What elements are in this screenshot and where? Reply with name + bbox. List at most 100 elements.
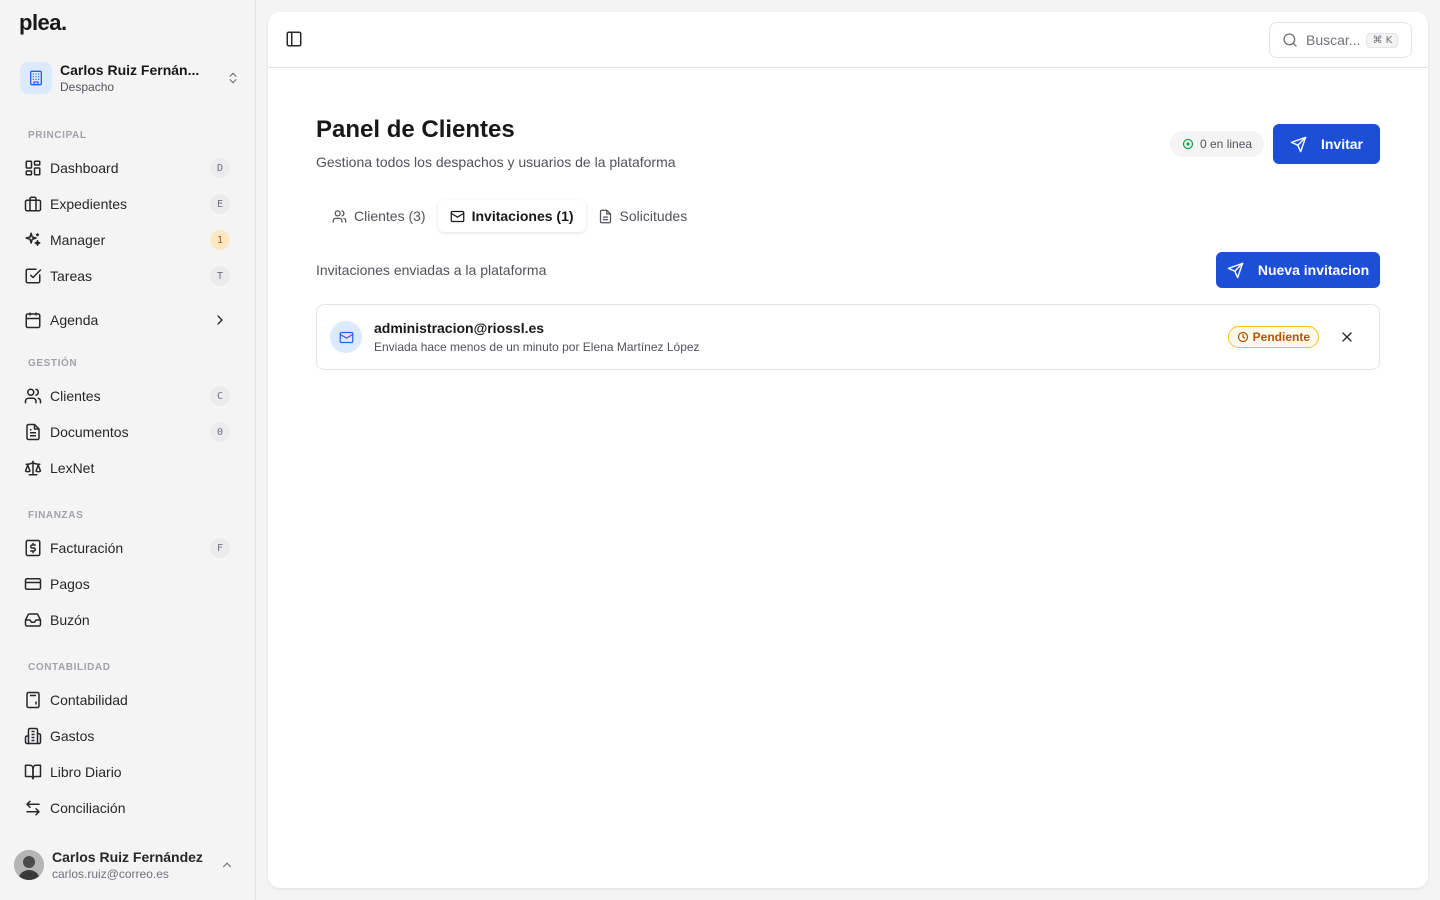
- invite-button[interactable]: Invitar: [1273, 124, 1380, 164]
- credit-card-icon: [24, 575, 42, 593]
- close-icon: [1342, 332, 1352, 342]
- sidebar-item-tareas[interactable]: Tareas T: [20, 260, 236, 292]
- sidebar-item-label: Manager: [50, 232, 106, 248]
- shortcut-hint: F: [210, 538, 230, 558]
- workspace-switcher[interactable]: Carlos Ruiz Fernán... Despacho: [20, 60, 240, 96]
- new-invitation-label: Nueva invitacion: [1257, 262, 1370, 278]
- app-logo[interactable]: plea.: [19, 10, 67, 36]
- clock-icon: [1237, 331, 1249, 343]
- notification-badge: 1: [210, 230, 230, 250]
- workspace-role: Despacho: [60, 80, 115, 94]
- building-icon: [24, 727, 42, 745]
- section-label-finanzas: FINANZAS: [28, 510, 84, 521]
- send-icon: [1290, 136, 1307, 153]
- send-icon: [1227, 262, 1244, 279]
- user-menu[interactable]: Carlos Ruiz Fernández carlos.ruiz@correo…: [14, 846, 242, 884]
- file-text-icon: [598, 209, 613, 224]
- section-description: Invitaciones enviadas a la plataforma: [316, 262, 547, 278]
- sidebar-item-buzon[interactable]: Buzón: [20, 604, 236, 636]
- shortcut-hint: 0: [210, 422, 230, 442]
- sidebar-item-label: Conciliación: [50, 800, 126, 816]
- chevrons-up-down-icon: [226, 71, 240, 85]
- workspace-name: Carlos Ruiz Fernán...: [60, 62, 200, 78]
- invitation-meta: Enviada hace menos de un minuto por Elen…: [374, 340, 700, 354]
- sidebar-item-label: Gastos: [50, 728, 95, 744]
- avatar: [14, 850, 44, 880]
- sidebar-item-label: LexNet: [50, 460, 95, 476]
- user-name: Carlos Ruiz Fernández: [52, 849, 203, 865]
- invite-button-label: Invitar: [1320, 136, 1363, 152]
- mail-icon: [450, 209, 465, 224]
- sidebar-item-contabilidad[interactable]: Contabilidad: [20, 684, 236, 716]
- sidebar-item-label: Pagos: [50, 576, 90, 592]
- sidebar-item-documentos[interactable]: Documentos 0: [20, 416, 236, 448]
- tab-label: Solicitudes: [619, 208, 688, 224]
- shortcut-hint: C: [210, 386, 230, 406]
- search-input[interactable]: Buscar... ⌘ K: [1269, 22, 1412, 58]
- tab-solicitudes[interactable]: Solicitudes: [586, 200, 700, 232]
- calendar-icon: [24, 311, 42, 329]
- main-panel: Buscar... ⌘ K Panel de Clientes Gestiona…: [268, 12, 1428, 888]
- shortcut-hint: T: [210, 266, 230, 286]
- topbar: Buscar... ⌘ K: [268, 12, 1428, 68]
- inbox-icon: [24, 611, 42, 629]
- sidebar: plea. Carlos Ruiz Fernán... Despacho PRI…: [0, 0, 256, 900]
- mail-icon: [330, 321, 362, 353]
- section-label-principal: PRINCIPAL: [28, 130, 87, 141]
- online-count: 0 en linea: [1200, 137, 1253, 151]
- sidebar-item-label: Dashboard: [50, 160, 119, 176]
- invitation-row: administracion@riossl.es Enviada hace me…: [316, 304, 1380, 370]
- shortcut-hint: D: [210, 158, 230, 178]
- sidebar-item-label: Tareas: [50, 268, 93, 284]
- sidebar-item-conciliacion[interactable]: Conciliación: [20, 792, 236, 824]
- arrow-left-right-icon: [24, 799, 42, 817]
- tab-label: Clientes (3): [354, 208, 426, 224]
- shortcut-hint: E: [210, 194, 230, 214]
- new-invitation-button[interactable]: Nueva invitacion: [1216, 252, 1380, 288]
- sidebar-item-clientes[interactable]: Clientes C: [20, 380, 236, 412]
- search-icon: [1282, 32, 1298, 48]
- tab-list: Clientes (3) Invitaciones (1) Solicitude…: [320, 200, 699, 232]
- layout-dashboard-icon: [24, 159, 42, 177]
- tab-clientes[interactable]: Clientes (3): [320, 200, 438, 232]
- sidebar-item-agenda[interactable]: Agenda: [20, 304, 236, 336]
- status-label: Pendiente: [1252, 330, 1310, 344]
- tab-invitaciones[interactable]: Invitaciones (1): [437, 200, 586, 232]
- section-label-contabilidad: CONTABILIDAD: [28, 662, 111, 673]
- users-icon: [24, 387, 42, 405]
- search-shortcut: ⌘ K: [1366, 32, 1399, 48]
- book-open-icon: [24, 763, 42, 781]
- revoke-invitation-button[interactable]: [1339, 329, 1355, 345]
- sidebar-item-libro-diario[interactable]: Libro Diario: [20, 756, 236, 788]
- panel-left-icon[interactable]: [285, 30, 303, 48]
- page-subtitle: Gestiona todos los despachos y usuarios …: [316, 154, 676, 170]
- section-label-gestion: GESTIÓN: [28, 358, 78, 369]
- page-title: Panel de Clientes: [316, 116, 515, 143]
- building-icon: [20, 62, 52, 94]
- sidebar-item-label: Clientes: [50, 388, 101, 404]
- sidebar-item-expedientes[interactable]: Expedientes E: [20, 188, 236, 220]
- sidebar-item-facturacion[interactable]: Facturación F: [20, 532, 236, 564]
- user-email: carlos.ruiz@correo.es: [52, 867, 169, 881]
- sidebar-item-manager[interactable]: Manager 1: [20, 224, 236, 256]
- invitation-email: administracion@riossl.es: [374, 320, 545, 336]
- sidebar-item-label: Expedientes: [50, 196, 128, 212]
- sidebar-item-pagos[interactable]: Pagos: [20, 568, 236, 600]
- sidebar-item-label: Buzón: [50, 612, 90, 628]
- sidebar-item-label: Documentos: [50, 424, 129, 440]
- square-check-icon: [24, 267, 42, 285]
- calculator-icon: [24, 691, 42, 709]
- search-placeholder: Buscar...: [1306, 32, 1361, 48]
- scale-icon: [24, 459, 42, 477]
- sidebar-item-dashboard[interactable]: Dashboard D: [20, 152, 236, 184]
- tab-label: Invitaciones (1): [471, 208, 574, 224]
- sidebar-item-lexnet[interactable]: LexNet: [20, 452, 236, 484]
- online-status-badge: 0 en linea: [1170, 131, 1265, 157]
- sidebar-item-label: Agenda: [50, 312, 99, 328]
- sparkles-icon: [24, 231, 42, 249]
- sidebar-item-gastos[interactable]: Gastos: [20, 720, 236, 752]
- chevron-up-icon: [220, 858, 234, 872]
- circle-dot-icon: [1182, 138, 1194, 150]
- receipt-dollar-icon: [24, 539, 42, 557]
- file-text-icon: [24, 423, 42, 441]
